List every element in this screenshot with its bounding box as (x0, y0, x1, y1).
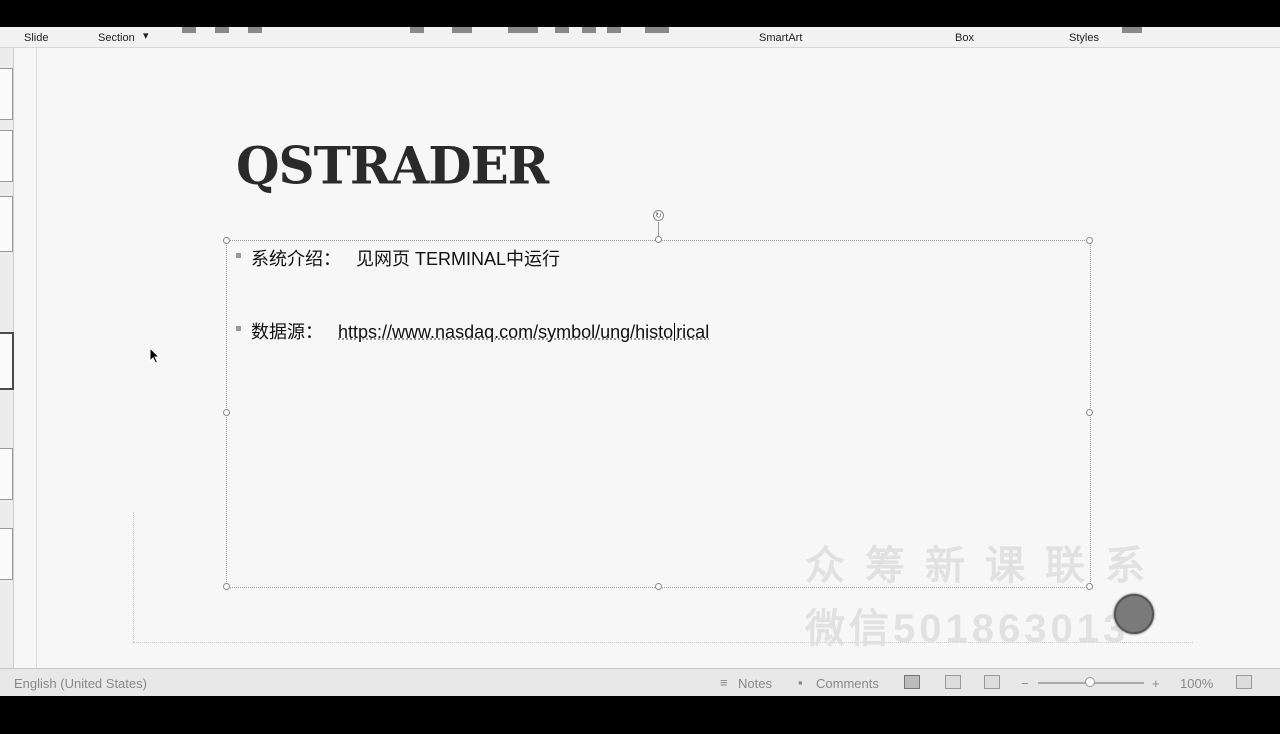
bullet-marker (236, 326, 241, 331)
url-part: rical (676, 322, 710, 342)
slide-thumbnail-selected[interactable] (0, 332, 14, 390)
data-source-url[interactable]: https://www.nasdaq.com/symbol/ung/histo r… (338, 322, 709, 342)
zoom-in-button[interactable]: + (1152, 676, 1160, 691)
text-box-button[interactable]: Box (955, 32, 974, 44)
font-color-icon[interactable] (410, 27, 424, 33)
resize-handle[interactable] (223, 409, 230, 416)
bullet-label: 系统介绍： (251, 249, 341, 269)
fit-to-window-icon[interactable] (1236, 675, 1252, 689)
watermark-line: 众筹新课联系 (805, 544, 1165, 588)
language-indicator[interactable]: English (United States) (14, 676, 147, 691)
resize-handle[interactable] (223, 583, 230, 590)
notes-icon[interactable]: ≡ (720, 675, 728, 690)
highlight-icon[interactable] (452, 27, 472, 33)
zoom-slider-knob[interactable] (1085, 677, 1095, 687)
slide-thumbnail[interactable] (0, 448, 13, 500)
shape-outline-icon[interactable] (1122, 27, 1142, 33)
comments-button[interactable]: Comments (816, 676, 879, 691)
bullet-text: 见网页 TERMINAL中运行 (356, 249, 561, 269)
zoom-level[interactable]: 100% (1180, 676, 1213, 691)
zoom-out-button[interactable]: − (1021, 676, 1029, 691)
bullet-label: 数据源： (251, 322, 323, 342)
columns-icon[interactable] (645, 27, 669, 33)
slide-title[interactable]: QSTRADER (236, 135, 549, 195)
resize-handle[interactable] (1086, 237, 1093, 244)
slide-left-edge (36, 48, 37, 668)
window-top-border (0, 0, 1280, 27)
bullet-line[interactable]: 数据源： https://www.nasdaq.com/symbol/ung/h… (251, 318, 709, 344)
smartart-button[interactable]: SmartArt (759, 32, 802, 44)
section-button[interactable]: Section (98, 32, 135, 44)
bullet-marker (236, 253, 241, 258)
reading-view-icon[interactable] (984, 675, 1000, 689)
underline-icon[interactable] (248, 27, 262, 33)
slide-guide (133, 512, 135, 642)
new-slide-button[interactable]: Slide (24, 32, 48, 44)
align-left-icon[interactable] (582, 27, 596, 33)
status-bar: English (United States) ≡ Notes ▪ Commen… (0, 668, 1280, 697)
watermark-line: 微信501863013 (805, 607, 1130, 651)
slide-thumbnail[interactable] (0, 528, 13, 580)
bullet-line[interactable]: 系统介绍： 见网页 TERMINAL中运行 (251, 245, 560, 271)
slide-thumbnail[interactable] (0, 130, 13, 182)
resize-handle[interactable] (1086, 409, 1093, 416)
recording-indicator-icon (1114, 594, 1154, 634)
resize-handle[interactable] (655, 583, 662, 590)
section-dropdown-icon[interactable]: ▾ (143, 29, 149, 42)
url-part: https://www.nasdaq.com/symbol/ung/histo (338, 322, 674, 342)
ribbon: Slide Section ▾ SmartArt Box Styles (0, 27, 1280, 48)
resize-handle[interactable] (223, 237, 230, 244)
rotate-handle-icon[interactable]: ↻ (653, 210, 664, 221)
bold-icon[interactable] (182, 27, 196, 33)
bullets-icon[interactable] (508, 27, 538, 33)
slide-thumbnail-pane[interactable] (0, 48, 14, 668)
slide-thumbnail[interactable] (0, 68, 13, 120)
italic-icon[interactable] (215, 27, 229, 33)
numbering-icon[interactable] (555, 27, 569, 33)
align-center-icon[interactable] (607, 27, 621, 33)
quick-styles-button[interactable]: Styles (1069, 32, 1099, 44)
mouse-pointer-icon (149, 347, 161, 364)
notes-button[interactable]: Notes (738, 676, 772, 691)
comments-icon[interactable]: ▪ (798, 675, 803, 690)
resize-handle[interactable] (655, 236, 662, 243)
slide-thumbnail[interactable] (0, 196, 13, 252)
window-bottom-border (0, 696, 1280, 734)
slide-sorter-icon[interactable] (945, 675, 961, 689)
normal-view-icon[interactable] (904, 675, 920, 689)
